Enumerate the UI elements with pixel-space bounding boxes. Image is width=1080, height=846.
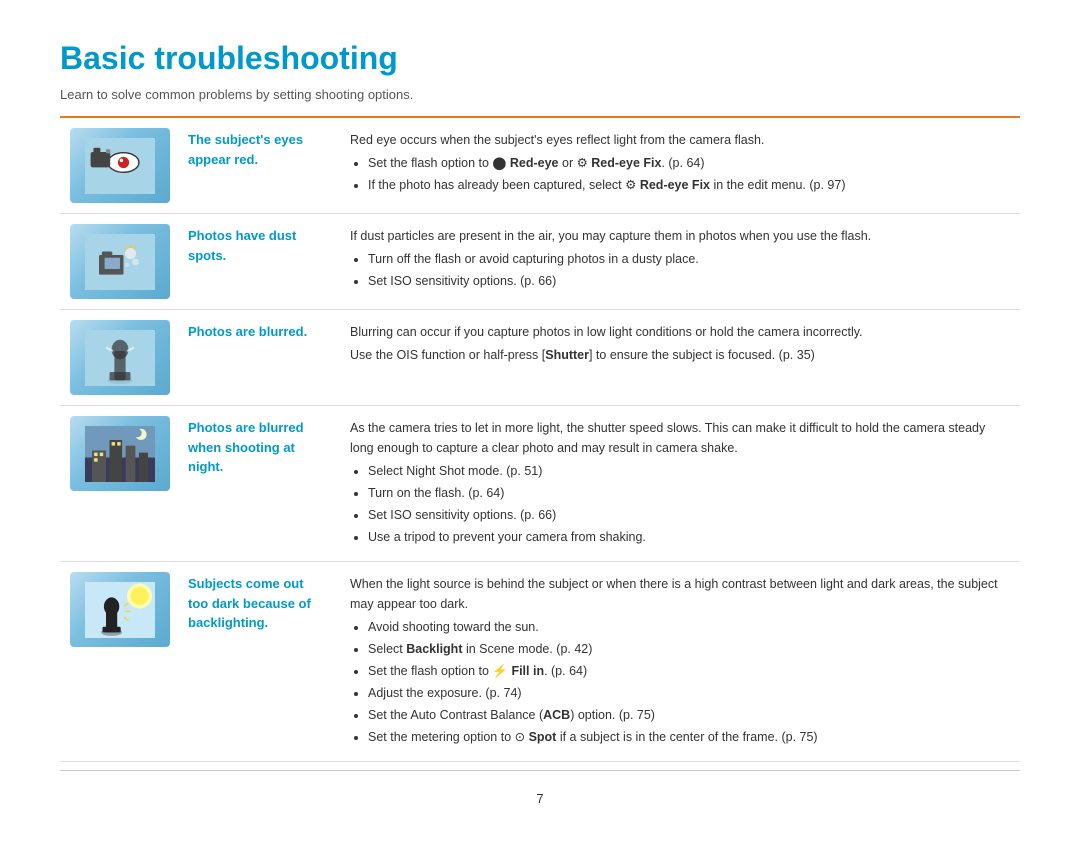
desc-intro-blurred: Blurring can occur if you capture photos… xyxy=(350,322,1010,342)
label-backlight: Subjects come out too dark because of ba… xyxy=(188,576,311,630)
desc-cell-blurred: Blurring can occur if you capture photos… xyxy=(340,310,1020,406)
desc-intro-dust: If dust particles are present in the air… xyxy=(350,226,1010,246)
label-cell-blurred: Photos are blurred. xyxy=(180,310,340,406)
table-row: Photos have dust spots. If dust particle… xyxy=(60,214,1020,310)
image-cell-dust xyxy=(60,214,180,310)
list-item: Turn off the flash or avoid capturing ph… xyxy=(368,249,1010,269)
list-item: Turn on the flash. (p. 64) xyxy=(368,483,1010,503)
list-item: Avoid shooting toward the sun. xyxy=(368,617,1010,637)
desc-bullets-backlight: Avoid shooting toward the sun. Select Ba… xyxy=(368,617,1010,747)
table-row: Photos are blurred. Blurring can occur i… xyxy=(60,310,1020,406)
label-cell-dust: Photos have dust spots. xyxy=(180,214,340,310)
list-item: Use a tripod to prevent your camera from… xyxy=(368,527,1010,547)
image-redeye xyxy=(70,128,170,203)
table-row: The subject's eyes appear red. Red eye o… xyxy=(60,118,1020,214)
label-cell-night: Photos are blurred when shooting at nigh… xyxy=(180,406,340,562)
desc-bullets-dust: Turn off the flash or avoid capturing ph… xyxy=(368,249,1010,291)
desc-cell-backlight: When the light source is behind the subj… xyxy=(340,562,1020,762)
desc-bullets-redeye: Set the flash option to ⬤ Red-eye or ⚙ R… xyxy=(368,153,1010,195)
troubleshooting-table: The subject's eyes appear red. Red eye o… xyxy=(60,118,1020,762)
desc-cell-dust: If dust particles are present in the air… xyxy=(340,214,1020,310)
desc-bullets-night: Select Night Shot mode. (p. 51) Turn on … xyxy=(368,461,1010,547)
list-item: Select Backlight in Scene mode. (p. 42) xyxy=(368,639,1010,659)
table-row: Subjects come out too dark because of ba… xyxy=(60,562,1020,762)
list-item: Select Night Shot mode. (p. 51) xyxy=(368,461,1010,481)
image-backlight xyxy=(70,572,170,647)
desc-intro-night: As the camera tries to let in more light… xyxy=(350,418,1010,458)
label-cell-backlight: Subjects come out too dark because of ba… xyxy=(180,562,340,762)
page-subtitle: Learn to solve common problems by settin… xyxy=(60,87,1020,102)
desc-cell-night: As the camera tries to let in more light… xyxy=(340,406,1020,562)
label-redeye: The subject's eyes appear red. xyxy=(188,132,303,167)
list-item: Set ISO sensitivity options. (p. 66) xyxy=(368,271,1010,291)
label-night: Photos are blurred when shooting at nigh… xyxy=(188,420,304,474)
image-cell-blurred xyxy=(60,310,180,406)
bottom-divider xyxy=(60,770,1020,771)
list-item: If the photo has already been captured, … xyxy=(368,175,1010,195)
page-title: Basic troubleshooting xyxy=(60,40,1020,77)
list-item: Set the Auto Contrast Balance (ACB) opti… xyxy=(368,705,1010,725)
image-dust xyxy=(70,224,170,299)
image-night xyxy=(70,416,170,491)
desc-extra-blurred: Use the OIS function or half-press [Shut… xyxy=(350,345,1010,365)
image-cell-redeye xyxy=(60,118,180,214)
desc-intro-redeye: Red eye occurs when the subject's eyes r… xyxy=(350,130,1010,150)
list-item: Set the metering option to ⊙ Spot if a s… xyxy=(368,727,1010,747)
list-item: Adjust the exposure. (p. 74) xyxy=(368,683,1010,703)
image-cell-night xyxy=(60,406,180,562)
list-item: Set the flash option to ⬤ Red-eye or ⚙ R… xyxy=(368,153,1010,173)
label-dust: Photos have dust spots. xyxy=(188,228,296,263)
label-cell-redeye: The subject's eyes appear red. xyxy=(180,118,340,214)
page-number: 7 xyxy=(60,791,1020,806)
image-cell-backlight xyxy=(60,562,180,762)
image-blurred xyxy=(70,320,170,395)
list-item: Set the flash option to ⚡ Fill in. (p. 6… xyxy=(368,661,1010,681)
label-blurred: Photos are blurred. xyxy=(188,324,307,339)
desc-intro-backlight: When the light source is behind the subj… xyxy=(350,574,1010,614)
table-row: Photos are blurred when shooting at nigh… xyxy=(60,406,1020,562)
desc-cell-redeye: Red eye occurs when the subject's eyes r… xyxy=(340,118,1020,214)
list-item: Set ISO sensitivity options. (p. 66) xyxy=(368,505,1010,525)
